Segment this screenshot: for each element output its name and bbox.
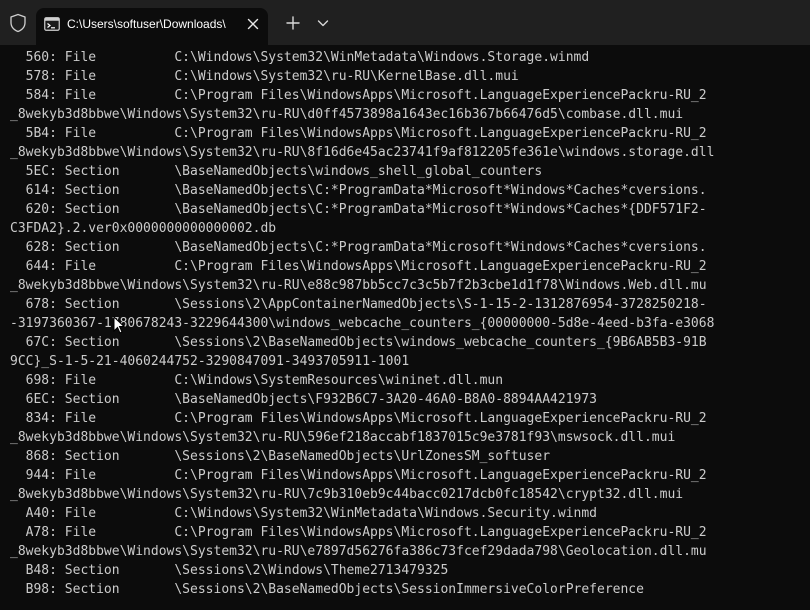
shield-icon[interactable] [9, 13, 27, 33]
console-line: 67C: Section \Sessions\2\BaseNamedObject… [10, 335, 707, 350]
console-line: 678: Section \Sessions\2\AppContainerNam… [10, 297, 707, 312]
tab-title: C:\Users\softuser\Downloads\ [67, 17, 226, 31]
console-line: _8wekyb3d8bbwe\Windows\System32\ru-RU\e8… [10, 278, 707, 293]
console-line: 644: File C:\Program Files\WindowsApps\M… [10, 259, 707, 274]
console-line: _8wekyb3d8bbwe\Windows\System32\ru-RU\59… [10, 430, 676, 445]
close-icon[interactable] [245, 16, 261, 32]
terminal-icon [44, 17, 60, 31]
console-line: 698: File C:\Windows\SystemResources\win… [10, 373, 504, 388]
console-line: 834: File C:\Program Files\WindowsApps\M… [10, 411, 707, 426]
console-line: 628: Section \BaseNamedObjects\C:*Progra… [10, 240, 707, 255]
console-line: 584: File C:\Program Files\WindowsApps\M… [10, 88, 707, 103]
console-line: 944: File C:\Program Files\WindowsApps\M… [10, 468, 707, 483]
console-line: _8wekyb3d8bbwe\Windows\System32\ru-RU\e7… [10, 544, 707, 559]
console-line: _8wekyb3d8bbwe\Windows\System32\ru-RU\8f… [10, 145, 715, 160]
console-line: A40: File C:\Windows\System32\WinMetadat… [10, 506, 597, 521]
console-line: 9CC}_S-1-5-21-4060244752-3290847091-3493… [10, 354, 410, 369]
tab-bar: C:\Users\softuser\Downloads\ [0, 0, 810, 45]
console-line: _8wekyb3d8bbwe\Windows\System32\ru-RU\7c… [10, 487, 684, 502]
chevron-down-icon[interactable] [313, 13, 333, 33]
terminal-window: C:\Users\softuser\Downloads\ 560: File C… [0, 0, 810, 610]
tab-downloads[interactable]: C:\Users\softuser\Downloads\ [36, 8, 268, 45]
console-line: 5EC: Section \BaseNamedObjects\windows_s… [10, 164, 543, 179]
console-line: B98: Section \Sessions\2\BaseNamedObject… [10, 582, 644, 597]
console-line: B48: Section \Sessions\2\Windows\Theme27… [10, 563, 449, 578]
console-line: 868: Section \Sessions\2\BaseNamedObject… [10, 449, 551, 464]
console-line: A78: File C:\Program Files\WindowsApps\M… [10, 525, 707, 540]
console-line: 620: Section \BaseNamedObjects\C:*Progra… [10, 202, 707, 217]
console-line: _8wekyb3d8bbwe\Windows\System32\ru-RU\d0… [10, 107, 684, 122]
console-line: 6EC: Section \BaseNamedObjects\F932B6C7-… [10, 392, 597, 407]
console-line: 614: Section \BaseNamedObjects\C:*Progra… [10, 183, 707, 198]
console-line: C3FDA2}.2.ver0x0000000000000002.db [10, 221, 277, 236]
console-line: 560: File C:\Windows\System32\WinMetadat… [10, 50, 590, 65]
console-line: 5B4: File C:\Program Files\WindowsApps\M… [10, 126, 707, 141]
mouse-pointer-icon [113, 316, 125, 334]
plus-icon[interactable] [283, 13, 303, 33]
console-line: 578: File C:\Windows\System32\ru-RU\Kern… [10, 69, 519, 84]
